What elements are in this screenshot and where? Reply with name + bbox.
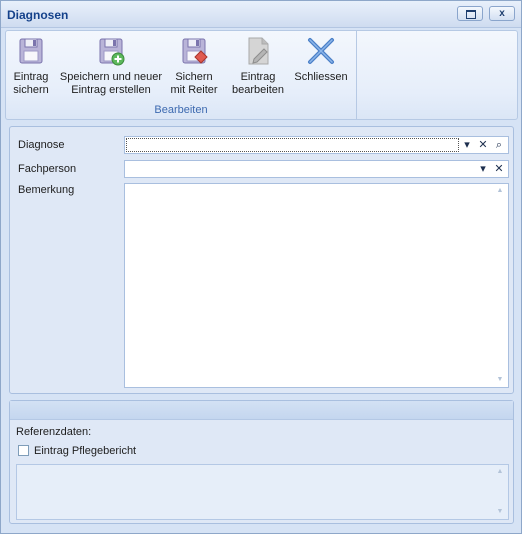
eintrag-pflegebericht-label[interactable]: Eintrag Pflegebericht [34, 445, 136, 457]
diagnose-input[interactable] [126, 138, 459, 152]
clear-icon[interactable]: ✕ [475, 137, 491, 153]
chevron-down-icon[interactable]: ▾ [475, 161, 491, 177]
diagnose-combobox[interactable]: ▾ ✕ ⌕ [124, 136, 509, 154]
referenzdaten-heading: Referenzdaten: [16, 426, 92, 438]
bemerkung-textarea[interactable]: ▲ ▼ [124, 183, 509, 388]
restore-button[interactable] [457, 6, 483, 21]
eintrag-bearbeiten-label: Eintrag bearbeiten [232, 71, 284, 96]
eintrag-bearbeiten-button[interactable]: Eintrag bearbeiten [228, 33, 288, 101]
restore-icon [466, 10, 476, 19]
window-title: Diagnosen [7, 8, 69, 22]
chevron-down-icon[interactable]: ▾ [459, 137, 475, 153]
referenz-panel-header [10, 401, 513, 420]
floppy-save-tab-icon [182, 38, 208, 64]
sichern-mit-reiter-button[interactable]: Sichern mit Reiter [166, 33, 222, 101]
close-window-button[interactable]: x [489, 6, 515, 21]
scroll-up-icon[interactable]: ▲ [494, 467, 506, 477]
fachperson-label: Fachperson [18, 163, 77, 175]
ribbon: Eintrag sichern Speichern und neuer Eint… [5, 30, 518, 120]
schliessen-button[interactable]: Schliessen [292, 33, 350, 101]
floppy-save-icon [19, 38, 43, 64]
floppy-save-new-icon [99, 38, 125, 66]
sichern-mit-reiter-label: Sichern mit Reiter [170, 71, 218, 96]
eintrag-pflegebericht-checkbox[interactable] [18, 445, 29, 456]
schliessen-label: Schliessen [294, 71, 348, 83]
referenz-panel: Referenzdaten: Eintrag Pflegebericht ▲ ▼ [9, 400, 514, 524]
eintrag-sichern-button[interactable]: Eintrag sichern [8, 33, 54, 101]
scroll-down-icon[interactable]: ▼ [494, 375, 506, 385]
search-icon[interactable]: ⌕ [491, 137, 507, 153]
clear-icon[interactable]: ✕ [491, 161, 507, 177]
title-bar[interactable]: Diagnosen x [1, 1, 521, 28]
referenz-textarea[interactable]: ▲ ▼ [16, 464, 509, 520]
diagnosen-window: Diagnosen x Eintrag sichern Speichern un… [0, 0, 522, 534]
scroll-down-icon[interactable]: ▼ [494, 507, 506, 517]
bemerkung-label: Bemerkung [18, 184, 75, 196]
speichern-neu-button[interactable]: Speichern und neuer Eintrag erstellen [58, 33, 164, 101]
edit-document-icon [248, 37, 269, 65]
scroll-up-icon[interactable]: ▲ [494, 186, 506, 196]
speichern-neu-label: Speichern und neuer Eintrag erstellen [59, 71, 163, 96]
close-icon: x [499, 8, 505, 19]
fachperson-combobox[interactable]: ▾ ✕ [124, 160, 509, 178]
ribbon-group-label: Bearbeiten [154, 104, 208, 116]
close-x-icon [308, 38, 334, 64]
diagnose-label: Diagnose [18, 139, 65, 151]
diagnose-form-panel: Diagnose ▾ ✕ ⌕ Fachperson ▾ ✕ Bemerkung … [9, 126, 514, 394]
ribbon-group-bearbeiten: Eintrag sichern Speichern und neuer Eint… [6, 31, 357, 119]
eintrag-sichern-label: Eintrag sichern [13, 71, 49, 96]
